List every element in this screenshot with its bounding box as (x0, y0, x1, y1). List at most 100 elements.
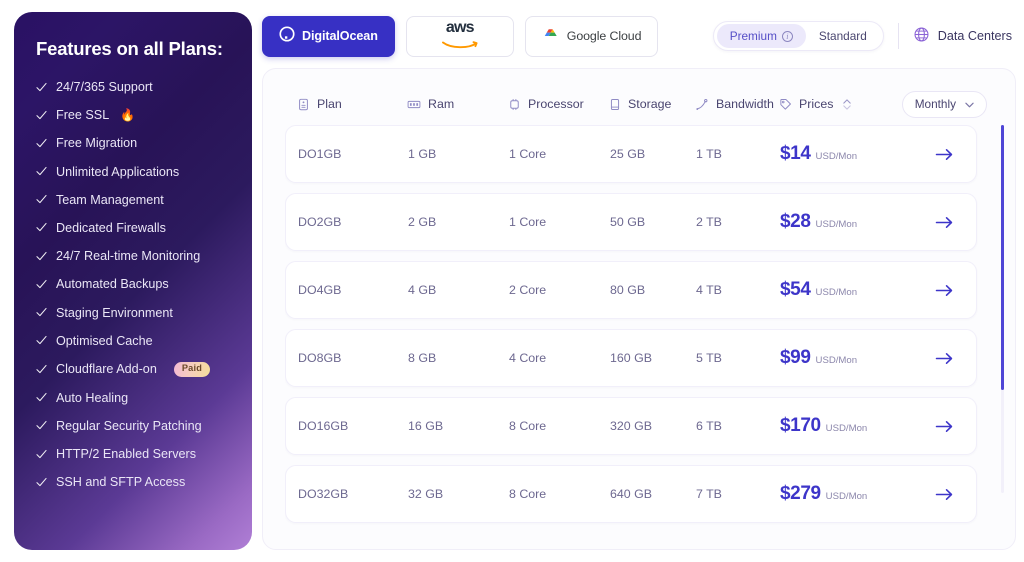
price-unit: USD/Mon (815, 287, 858, 298)
sidebar-container: Features on all Plans: 24/7/365 Support … (0, 0, 252, 562)
sort-toggle-icon[interactable] (843, 98, 852, 110)
table-row[interactable]: DO2GB 2 GB 1 Core 50 GB 2 TB $28 USD/Mon (285, 193, 977, 251)
list-item: 24/7 Real-time Monitoring (36, 249, 234, 263)
tab-digitalocean[interactable]: DigitalOcean (262, 15, 395, 57)
data-centers-button[interactable]: Data Centers (913, 26, 1012, 46)
feature-label: Free Migration (56, 136, 138, 151)
price-unit: USD/Mon (825, 491, 868, 502)
aws-smile-icon (441, 37, 478, 53)
check-icon (36, 279, 47, 290)
feature-label: Staging Environment (56, 305, 173, 320)
billing-period-select[interactable]: Monthly (901, 90, 987, 118)
cell-storage: 50 GB (610, 215, 646, 229)
provider-toolbar: DigitalOcean aws Google Cloud Premium i … (262, 12, 1016, 60)
table-row[interactable]: DO32GB 32 GB 8 Core 640 GB 7 TB $279 USD… (285, 465, 977, 523)
cell-processor: 1 Core (509, 215, 547, 229)
arrow-right-icon[interactable] (935, 419, 954, 434)
features-sidebar: Features on all Plans: 24/7/365 Support … (14, 12, 252, 550)
table-row[interactable]: DO16GB 16 GB 8 Core 320 GB 6 TB $170 USD… (285, 397, 977, 455)
check-icon (36, 82, 47, 93)
check-icon (36, 110, 47, 121)
tab-aws[interactable]: aws (405, 15, 514, 57)
check-icon (36, 166, 47, 177)
toolbar-divider (897, 23, 899, 49)
column-header-bandwidth[interactable]: Bandwidth (695, 97, 779, 111)
tier-label: Standard (818, 29, 867, 43)
cell-processor: 8 Core (509, 419, 547, 433)
cell-plan: DO2GB (298, 215, 342, 229)
column-label: Processor (528, 97, 584, 111)
table-scrollbar[interactable] (1001, 125, 1004, 493)
check-icon (36, 477, 47, 488)
aws-icon: aws (441, 18, 478, 53)
column-header-storage[interactable]: Storage (609, 97, 695, 111)
list-item: Free Migration (36, 136, 234, 150)
cell-bandwidth: 2 TB (696, 215, 722, 229)
tab-google-cloud[interactable]: Google Cloud (524, 15, 659, 57)
cell-processor: 2 Core (509, 283, 547, 297)
toolbar-right: Premium i Standard Data Centers (712, 21, 1012, 51)
feature-label: 24/7/365 Support (56, 80, 153, 94)
pricing-page: Features on all Plans: 24/7/365 Support … (0, 0, 1024, 562)
arrow-right-icon[interactable] (935, 215, 954, 230)
cell-ram: 2 GB (408, 215, 437, 229)
check-icon (36, 222, 47, 233)
storage-icon (609, 98, 621, 111)
cell-price: $279 USD/Mon (780, 483, 918, 505)
column-header-ram[interactable]: Ram (407, 97, 508, 111)
feature-list: 24/7/365 Support Free SSL 🔥 Free Migrati… (36, 80, 234, 489)
list-item: Regular Security Patching (36, 419, 234, 433)
column-label: Storage (628, 97, 672, 111)
list-item: SSH and SFTP Access (36, 475, 234, 489)
cell-price: $14 USD/Mon (780, 143, 918, 165)
tier-toggle: Premium i Standard (712, 21, 884, 51)
cell-processor: 4 Core (509, 351, 547, 365)
column-header-prices[interactable]: Prices (779, 97, 879, 111)
feature-label: HTTP/2 Enabled Servers (56, 447, 196, 462)
arrow-right-icon[interactable] (935, 147, 954, 162)
table-row[interactable]: DO4GB 4 GB 2 Core 80 GB 4 TB $54 USD/Mon (285, 261, 977, 319)
bandwidth-icon (695, 98, 709, 111)
table-row[interactable]: DO1GB 1 GB 1 Core 25 GB 1 TB $14 USD/Mon (285, 125, 977, 183)
status-badge: Paid (173, 361, 211, 377)
price-amount: $279 (780, 483, 821, 504)
row-action[interactable] (918, 419, 970, 434)
aws-wordmark: aws (445, 18, 475, 36)
row-action[interactable] (918, 215, 970, 230)
price-amount: $170 (780, 415, 821, 436)
arrow-right-icon[interactable] (935, 283, 954, 298)
price-unit: USD/Mon (815, 355, 858, 366)
table-row[interactable]: DO8GB 8 GB 4 Core 160 GB 5 TB $99 USD/Mo… (285, 329, 977, 387)
list-item: Cloudflare Add-on Paid (36, 361, 234, 377)
row-action[interactable] (918, 351, 970, 366)
column-header-processor[interactable]: Processor (508, 97, 609, 111)
arrow-right-icon[interactable] (935, 487, 954, 502)
cell-storage: 80 GB (610, 283, 646, 297)
cell-price: $99 USD/Mon (780, 347, 918, 369)
list-item: Auto Healing (36, 391, 234, 405)
price-amount: $28 (780, 211, 811, 232)
cell-price: $28 USD/Mon (780, 211, 918, 233)
arrow-right-icon[interactable] (935, 351, 954, 366)
cell-bandwidth: 6 TB (696, 419, 722, 433)
feature-label: Optimised Cache (56, 333, 153, 348)
cell-processor: 8 Core (509, 487, 547, 501)
scrollbar-thumb[interactable] (1001, 125, 1004, 390)
row-action[interactable] (918, 283, 970, 298)
cell-ram: 16 GB (408, 419, 444, 433)
column-label: Plan (317, 97, 342, 111)
tier-option-standard[interactable]: Standard (806, 24, 880, 48)
price-unit: USD/Mon (815, 151, 858, 162)
feature-label: 24/7 Real-time Monitoring (56, 249, 201, 264)
tier-option-premium[interactable]: Premium i (716, 24, 806, 48)
price-unit: USD/Mon (825, 423, 868, 434)
prices-icon (779, 98, 792, 111)
column-header-plan[interactable]: Plan (297, 97, 407, 111)
list-item: Automated Backups (36, 277, 234, 291)
cell-bandwidth: 5 TB (696, 351, 722, 365)
feature-label: Team Management (56, 192, 164, 207)
feature-label: Unlimited Applications (56, 164, 180, 179)
row-action[interactable] (918, 487, 970, 502)
info-icon[interactable]: i (781, 30, 793, 42)
row-action[interactable] (918, 147, 970, 162)
